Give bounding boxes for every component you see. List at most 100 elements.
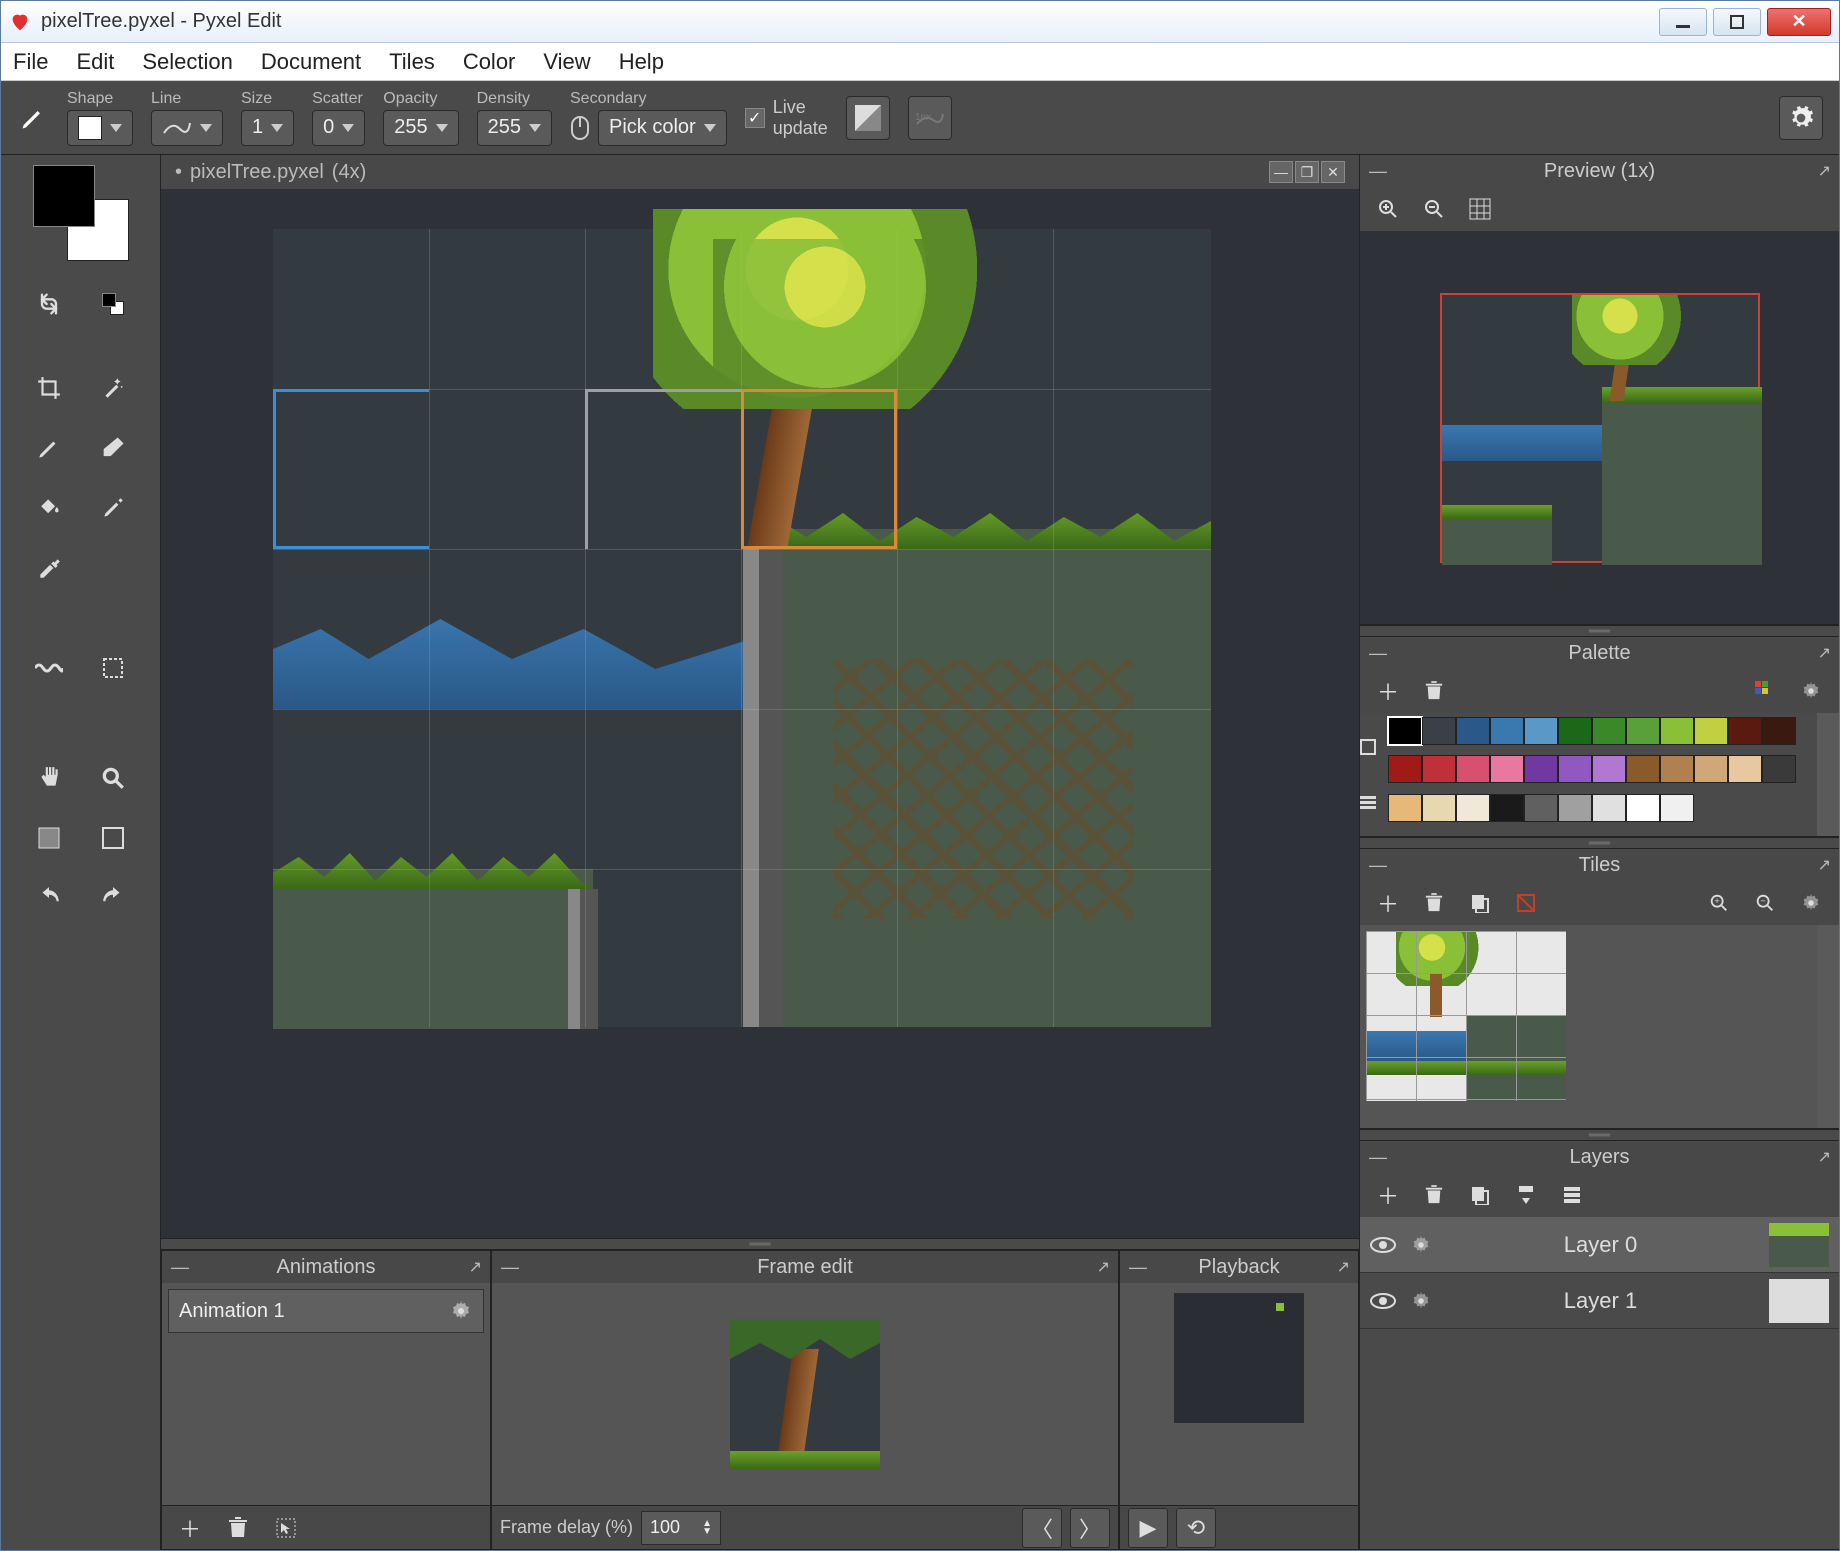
doc-close-button[interactable]: ✕ — [1321, 161, 1345, 183]
palette-swatch[interactable] — [1626, 717, 1660, 745]
animations-minimize-icon[interactable]: — — [170, 1257, 190, 1278]
palette-swatch[interactable] — [1490, 755, 1524, 783]
menu-color[interactable]: Color — [463, 49, 516, 75]
palette-swatch[interactable] — [1490, 794, 1524, 822]
animation-item[interactable]: Animation 1 — [168, 1289, 484, 1333]
right-splitter-1[interactable]: ═══ — [1360, 625, 1839, 637]
visibility-icon[interactable] — [1370, 1292, 1396, 1310]
close-button[interactable]: ✕ — [1767, 8, 1831, 36]
settings-button[interactable] — [1779, 96, 1823, 140]
palette-swatch[interactable] — [1388, 794, 1422, 822]
animations-select-button[interactable] — [266, 1508, 306, 1548]
palette-swatch[interactable] — [1456, 755, 1490, 783]
animation-settings-icon[interactable] — [449, 1299, 473, 1323]
tiles-scrollbar[interactable] — [1817, 925, 1839, 1128]
highlighter-tool[interactable] — [88, 483, 138, 533]
right-splitter-3[interactable]: ═══ — [1360, 1129, 1839, 1141]
color-selector[interactable] — [33, 165, 129, 261]
palette-swatch[interactable] — [1694, 755, 1728, 783]
hand-tool[interactable] — [24, 753, 74, 803]
palette-swatch[interactable] — [1422, 755, 1456, 783]
density-dropdown[interactable]: 255 — [477, 110, 552, 146]
fg-color-swatch[interactable] — [33, 165, 95, 227]
menu-help[interactable]: Help — [619, 49, 664, 75]
palette-add-button[interactable]: ＋ — [1368, 671, 1408, 711]
layer-row[interactable]: Layer 1 — [1360, 1273, 1839, 1329]
minimize-button[interactable] — [1659, 8, 1707, 36]
tiles-zoomin-button[interactable]: + — [1699, 883, 1739, 923]
right-splitter-2[interactable]: ═══ — [1360, 837, 1839, 849]
palette-swatch[interactable] — [1660, 717, 1694, 745]
frame-edit-popout-icon[interactable]: ↗ — [1097, 1257, 1110, 1277]
palette-tab-bars-icon[interactable] — [1360, 794, 1384, 810]
palette-swatch[interactable] — [1456, 717, 1490, 745]
gradient-button[interactable] — [846, 96, 890, 140]
palette-swatch[interactable] — [1524, 755, 1558, 783]
menu-view[interactable]: View — [543, 49, 590, 75]
palette-swatch[interactable] — [1422, 717, 1456, 745]
palette-swatch[interactable] — [1592, 794, 1626, 822]
palette-popout-icon[interactable]: ↗ — [1818, 643, 1831, 663]
undo-button[interactable] — [24, 873, 74, 923]
bucket-tool[interactable] — [24, 483, 74, 533]
secondary-dropdown[interactable]: Pick color — [598, 110, 727, 146]
palette-swatch[interactable] — [1728, 717, 1762, 745]
tiles-minimize-icon[interactable]: — — [1368, 855, 1388, 876]
shape-dropdown[interactable] — [67, 110, 133, 146]
palette-swatch[interactable] — [1558, 717, 1592, 745]
tiles-add-button[interactable]: ＋ — [1368, 883, 1408, 923]
tiles-settings-button[interactable] — [1791, 883, 1831, 923]
palette-sort-button[interactable] — [1745, 671, 1785, 711]
palette-swatch[interactable] — [1524, 794, 1558, 822]
menu-file[interactable]: File — [13, 49, 48, 75]
frame-thumbnail[interactable] — [730, 1319, 880, 1469]
select-all-tool[interactable] — [24, 813, 74, 863]
palette-scrollbar[interactable] — [1817, 713, 1839, 836]
layers-merge-down-button[interactable] — [1506, 1175, 1546, 1215]
live-update-checkbox[interactable]: ✓ — [745, 108, 765, 128]
layers-flatten-button[interactable] — [1552, 1175, 1592, 1215]
palette-swatch[interactable] — [1694, 717, 1728, 745]
default-colors-button[interactable] — [88, 279, 138, 329]
opacity-dropdown[interactable]: 255 — [383, 110, 458, 146]
palette-swatch[interactable] — [1762, 717, 1796, 745]
layer-settings-icon[interactable] — [1410, 1234, 1432, 1256]
titlebar[interactable]: pixelTree.pyxel - Pyxel Edit ✕ — [1, 1, 1839, 43]
frame-delay-input[interactable]: 100▲▼ — [641, 1511, 721, 1545]
pen-tool[interactable] — [24, 423, 74, 473]
line-dropdown[interactable] — [151, 110, 223, 146]
tiles-popout-icon[interactable]: ↗ — [1818, 855, 1831, 875]
layers-popout-icon[interactable]: ↗ — [1818, 1147, 1831, 1167]
animations-delete-button[interactable] — [218, 1508, 258, 1548]
document-tab-name[interactable]: pixelTree.pyxel — [190, 161, 324, 184]
menu-document[interactable]: Document — [261, 49, 361, 75]
play-button[interactable]: ▶ — [1128, 1508, 1168, 1548]
palette-swatch[interactable] — [1660, 755, 1694, 783]
layer-settings-icon[interactable] — [1410, 1290, 1432, 1312]
zoom-tool[interactable] — [88, 753, 138, 803]
palette-swatch[interactable] — [1558, 755, 1592, 783]
animations-popout-icon[interactable]: ↗ — [469, 1257, 482, 1277]
canvas-viewport[interactable] — [161, 189, 1359, 1238]
swap-colors-button[interactable] — [24, 279, 74, 329]
playback-minimize-icon[interactable]: — — [1128, 1257, 1148, 1278]
maximize-button[interactable] — [1713, 8, 1761, 36]
palette-tab-square-icon[interactable] — [1360, 739, 1384, 755]
visibility-icon[interactable] — [1370, 1236, 1396, 1254]
palette-swatch[interactable] — [1388, 755, 1422, 783]
tile-tool[interactable] — [88, 643, 138, 693]
tiles-delete-button[interactable] — [1414, 883, 1454, 923]
wand-tool[interactable] — [88, 363, 138, 413]
frame-next-button[interactable]: 〉 — [1070, 1508, 1110, 1548]
palette-swatch[interactable] — [1456, 794, 1490, 822]
playback-popout-icon[interactable]: ↗ — [1337, 1257, 1350, 1277]
layers-minimize-icon[interactable]: — — [1368, 1147, 1388, 1168]
palette-swatch[interactable] — [1490, 717, 1524, 745]
palette-settings-button[interactable] — [1791, 671, 1831, 711]
menu-edit[interactable]: Edit — [76, 49, 114, 75]
palette-swatch[interactable] — [1626, 794, 1660, 822]
palette-swatch[interactable] — [1728, 755, 1762, 783]
redo-button[interactable] — [88, 873, 138, 923]
doc-minimize-button[interactable]: — — [1269, 161, 1293, 183]
palette-swatch[interactable] — [1762, 755, 1796, 783]
